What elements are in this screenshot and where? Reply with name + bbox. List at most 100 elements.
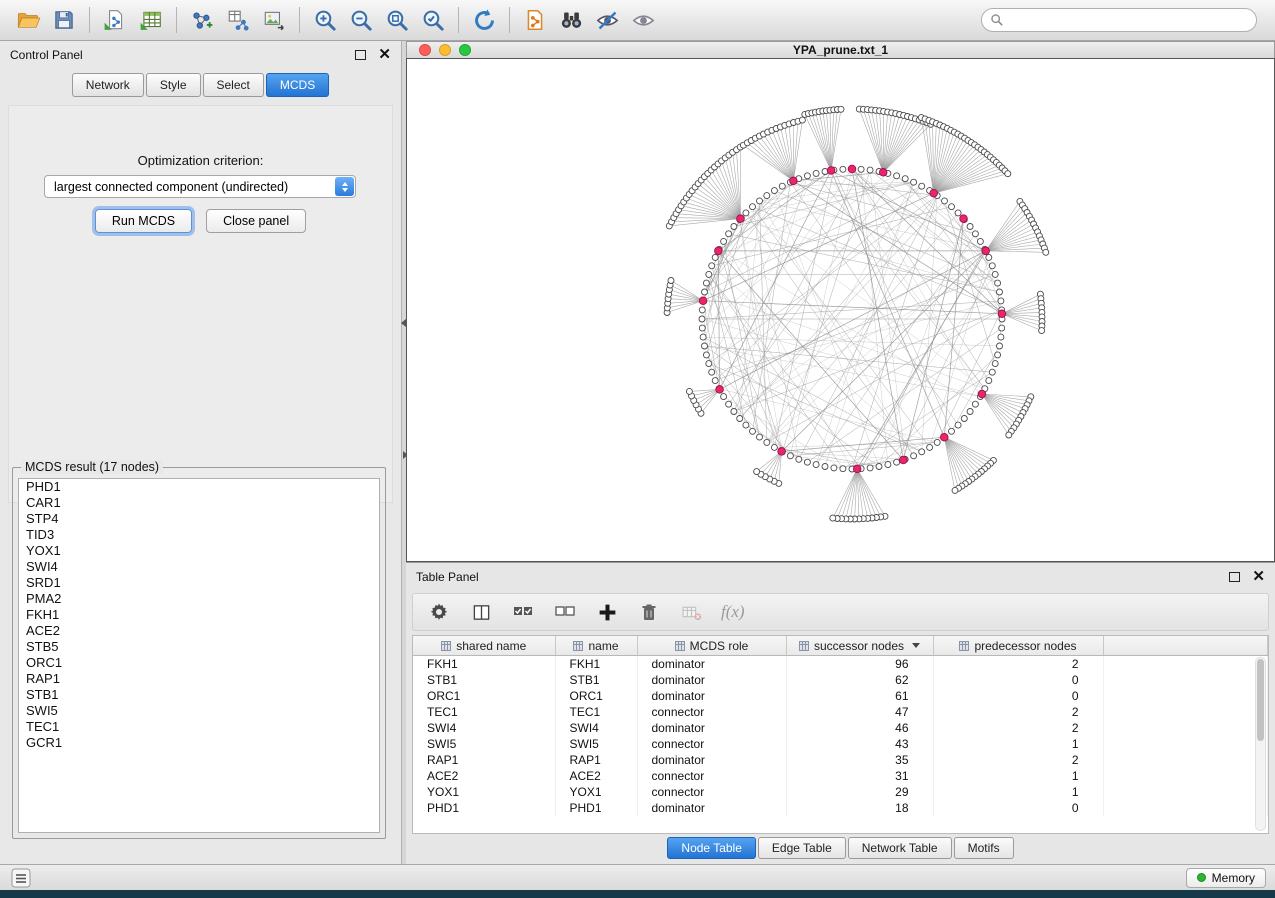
mcds-result-item[interactable]: ACE2	[19, 623, 379, 639]
cell-name[interactable]: ACE2	[555, 768, 637, 784]
cell-shared-name[interactable]: TEC1	[413, 704, 555, 720]
tab-edge-table[interactable]: Edge Table	[758, 837, 846, 859]
cell-mcds-role[interactable]: dominator	[637, 752, 786, 768]
cell-mcds-role[interactable]: dominator	[637, 720, 786, 736]
cell-shared-name[interactable]: SWI4	[413, 720, 555, 736]
cell-mcds-role[interactable]: connector	[637, 736, 786, 752]
zoom-out-icon[interactable]	[343, 4, 379, 36]
mcds-result-item[interactable]: PMA2	[19, 591, 379, 607]
table-row[interactable]: ACE2ACE2connector311	[413, 768, 1268, 784]
table-settings-gear-icon[interactable]	[427, 600, 451, 624]
import-network-icon[interactable]	[97, 4, 133, 36]
network-from-table-icon[interactable]	[220, 4, 256, 36]
tab-style[interactable]: Style	[146, 73, 201, 97]
cell-predecessor-nodes[interactable]: 2	[933, 720, 1103, 736]
import-table-icon[interactable]	[133, 4, 169, 36]
cell-successor-nodes[interactable]: 43	[786, 736, 933, 752]
tab-node-table[interactable]: Node Table	[667, 837, 756, 859]
cell-shared-name[interactable]: ORC1	[413, 688, 555, 704]
table-row[interactable]: YOX1YOX1connector291	[413, 784, 1268, 800]
table-row[interactable]: FKH1FKH1dominator962	[413, 656, 1268, 673]
select-all-icon[interactable]	[511, 600, 535, 624]
table-row[interactable]: TEC1TEC1connector472	[413, 704, 1268, 720]
cell-successor-nodes[interactable]: 29	[786, 784, 933, 800]
mcds-result-item[interactable]: SWI5	[19, 703, 379, 719]
deselect-all-icon[interactable]	[553, 600, 577, 624]
cell-mcds-role[interactable]: connector	[637, 784, 786, 800]
cell-successor-nodes[interactable]: 35	[786, 752, 933, 768]
cell-successor-nodes[interactable]: 47	[786, 704, 933, 720]
open-file-icon[interactable]	[10, 4, 46, 36]
cell-predecessor-nodes[interactable]: 2	[933, 704, 1103, 720]
table-scrollbar-thumb[interactable]	[1257, 659, 1264, 741]
cell-mcds-role[interactable]: connector	[637, 704, 786, 720]
mcds-result-item[interactable]: STB5	[19, 639, 379, 655]
mcds-result-item[interactable]: CAR1	[19, 495, 379, 511]
table-row[interactable]: ORC1ORC1dominator610	[413, 688, 1268, 704]
tab-network[interactable]: Network	[72, 73, 144, 97]
share-document-icon[interactable]	[517, 4, 553, 36]
cell-shared-name[interactable]: SWI5	[413, 736, 555, 752]
cell-name[interactable]: PHD1	[555, 800, 637, 816]
cell-name[interactable]: SWI4	[555, 720, 637, 736]
cell-name[interactable]: SWI5	[555, 736, 637, 752]
task-history-icon[interactable]	[9, 866, 33, 890]
cell-shared-name[interactable]: RAP1	[413, 752, 555, 768]
export-image-icon[interactable]	[256, 4, 292, 36]
cell-successor-nodes[interactable]: 46	[786, 720, 933, 736]
tab-motifs[interactable]: Motifs	[954, 837, 1014, 859]
mcds-result-item[interactable]: TEC1	[19, 719, 379, 735]
cell-predecessor-nodes[interactable]: 2	[933, 656, 1103, 673]
search-network-icon[interactable]	[553, 4, 589, 36]
column-header-successor-nodes[interactable]: successor nodes	[786, 636, 933, 656]
float-table-panel-icon[interactable]	[1229, 572, 1240, 582]
column-header-shared-name[interactable]: shared name	[413, 636, 555, 656]
tab-mcds[interactable]: MCDS	[266, 73, 329, 97]
zoom-in-icon[interactable]	[307, 4, 343, 36]
cell-shared-name[interactable]: YOX1	[413, 784, 555, 800]
mcds-result-item[interactable]: ORC1	[19, 655, 379, 671]
cell-mcds-role[interactable]: dominator	[637, 800, 786, 816]
cell-successor-nodes[interactable]: 62	[786, 672, 933, 688]
run-mcds-button[interactable]: Run MCDS	[95, 209, 192, 233]
cell-successor-nodes[interactable]: 18	[786, 800, 933, 816]
save-session-icon[interactable]	[46, 4, 82, 36]
mcds-result-item[interactable]: STB1	[19, 687, 379, 703]
criterion-dropdown[interactable]: largest connected component (undirected)	[44, 175, 356, 198]
cell-name[interactable]: YOX1	[555, 784, 637, 800]
memory-button[interactable]: Memory	[1186, 868, 1266, 888]
delete-column-icon[interactable]	[637, 600, 661, 624]
cell-shared-name[interactable]: FKH1	[413, 656, 555, 673]
cell-predecessor-nodes[interactable]: 0	[933, 800, 1103, 816]
cell-predecessor-nodes[interactable]: 1	[933, 736, 1103, 752]
add-column-icon[interactable]	[595, 600, 619, 624]
table-row[interactable]: STB1STB1dominator620	[413, 672, 1268, 688]
mcds-result-item[interactable]: TID3	[19, 527, 379, 543]
cell-predecessor-nodes[interactable]: 2	[933, 752, 1103, 768]
cell-mcds-role[interactable]: dominator	[637, 656, 786, 673]
refresh-view-icon[interactable]	[466, 4, 502, 36]
cell-mcds-role[interactable]: connector	[637, 768, 786, 784]
cell-predecessor-nodes[interactable]: 1	[933, 768, 1103, 784]
search-input[interactable]	[1004, 12, 1248, 28]
mcds-result-item[interactable]: SRD1	[19, 575, 379, 591]
cell-name[interactable]: ORC1	[555, 688, 637, 704]
cell-mcds-role[interactable]: dominator	[637, 672, 786, 688]
table-row[interactable]: RAP1RAP1dominator352	[413, 752, 1268, 768]
cell-successor-nodes[interactable]: 96	[786, 656, 933, 673]
new-network-icon[interactable]	[184, 4, 220, 36]
cell-name[interactable]: FKH1	[555, 656, 637, 673]
cell-shared-name[interactable]: STB1	[413, 672, 555, 688]
mcds-result-item[interactable]: FKH1	[19, 607, 379, 623]
search-field[interactable]	[981, 8, 1257, 32]
network-canvas[interactable]	[407, 59, 1274, 561]
cell-name[interactable]: RAP1	[555, 752, 637, 768]
table-scrollbar[interactable]	[1255, 657, 1266, 831]
cell-mcds-role[interactable]: dominator	[637, 688, 786, 704]
close-panel-icon[interactable]: ✕	[378, 49, 391, 61]
cell-predecessor-nodes[interactable]: 1	[933, 784, 1103, 800]
cell-predecessor-nodes[interactable]: 0	[933, 688, 1103, 704]
mcds-result-item[interactable]: SWI4	[19, 559, 379, 575]
mcds-result-item[interactable]: YOX1	[19, 543, 379, 559]
close-panel-button[interactable]: Close panel	[206, 209, 306, 233]
